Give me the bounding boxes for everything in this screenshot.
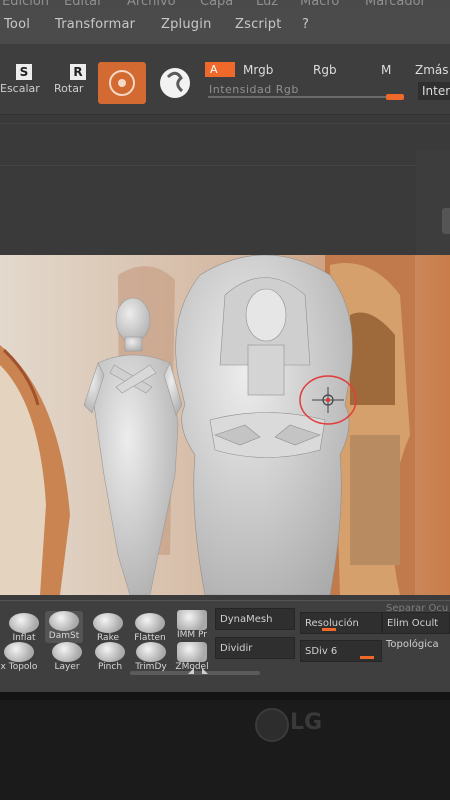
zbrush-screen: Edición Editar Archivo Capa Luz Macro Ma… <box>0 0 450 692</box>
brush-trimdynamic[interactable]: TrimDy <box>132 642 170 672</box>
top-menu-cropped: Edición Editar Archivo Capa Luz Macro Ma… <box>0 0 450 10</box>
brush-flatten-thumbnail <box>135 613 165 633</box>
brush-imm-label: IMM Pr <box>176 630 207 640</box>
brush-imm-primitives[interactable]: IMM Pr <box>173 610 211 640</box>
brush-rake[interactable]: Rake <box>89 613 127 643</box>
delete-hidden-button[interactable]: Elim Ocult <box>382 612 450 634</box>
lg-logo-icon <box>255 708 289 742</box>
resolution-slider[interactable]: Resolución 128 <box>300 612 382 651</box>
menu-item-editar[interactable]: Editar <box>64 0 103 9</box>
move-button[interactable] <box>98 62 146 104</box>
menu-item-marcador[interactable]: Marcador <box>365 0 426 9</box>
divide-button[interactable]: Dividir <box>215 637 295 659</box>
scale-label: Escalar <box>0 82 40 95</box>
brush-topology-thumbnail <box>4 642 34 662</box>
brush-layer[interactable]: Layer <box>48 642 86 672</box>
a-mode-badge[interactable]: A <box>205 62 235 77</box>
brush-rake-thumbnail <box>93 613 123 633</box>
brush-topology[interactable]: x Topolo <box>0 642 38 672</box>
menu-item-macro[interactable]: Macro <box>300 0 339 9</box>
scale-button[interactable]: S Escalar <box>0 60 44 100</box>
zadd-toggle[interactable]: Zmás <box>415 63 449 77</box>
monitor-bezel-edge <box>0 692 450 700</box>
brush-pinch[interactable]: Pinch <box>91 642 129 672</box>
brush-layer-thumbnail <box>52 642 82 662</box>
brush-inflat-thumbnail <box>9 613 39 633</box>
brush-zmodeler-thumbnail <box>177 642 207 662</box>
topological-button[interactable]: Topológica <box>382 634 450 656</box>
m-toggle[interactable]: M <box>381 63 391 77</box>
brush-pinch-thumbnail <box>95 642 125 662</box>
brush-topology-label: x Topolo <box>0 662 38 672</box>
sphere-tool-icon <box>160 68 190 98</box>
menu-item-help[interactable]: ? <box>302 17 309 32</box>
brush-layer-label: Layer <box>54 662 80 672</box>
brush-imm-thumbnail <box>177 610 207 630</box>
menu-item-archivo[interactable]: Archivo <box>127 0 176 9</box>
rgb-intensity-handle[interactable] <box>386 94 404 100</box>
menu-item-luz[interactable]: Luz <box>256 0 278 9</box>
menu-item-zplugin[interactable]: Zplugin <box>161 17 212 32</box>
monitor-bezel <box>0 692 450 800</box>
document-canvas[interactable] <box>0 255 450 595</box>
rotate-button[interactable]: R Rotar <box>52 60 96 100</box>
palette-scroll-arrows-icon[interactable] <box>186 666 210 676</box>
menu-item-capa[interactable]: Capa <box>200 0 233 9</box>
resolution-slider-handle[interactable] <box>322 628 336 631</box>
brush-pinch-label: Pinch <box>97 662 123 672</box>
brush-flatten[interactable]: Flatten <box>131 613 169 643</box>
scale-hotkey-badge: S <box>16 64 32 80</box>
sculpt-viewport <box>0 255 450 595</box>
rotate-hotkey-badge: R <box>70 64 86 80</box>
viewport-background <box>0 115 450 255</box>
brush-inflat[interactable]: Inflat <box>5 613 43 643</box>
tray-handle[interactable] <box>442 208 450 234</box>
menu-item-tool[interactable]: Tool <box>4 17 30 32</box>
rotate-label: Rotar <box>54 82 84 95</box>
sphere-tool-button[interactable] <box>156 65 194 101</box>
intensity-field[interactable]: Inter <box>418 82 450 100</box>
brush-damstandard[interactable]: DamSt <box>45 611 83 643</box>
brush-trimdynamic-thumbnail <box>136 642 166 662</box>
dynamesh-button[interactable]: DynaMesh <box>215 608 295 630</box>
sdiv-slider-handle[interactable] <box>360 656 374 659</box>
main-menu: Tool Transformar Zplugin Zscript ? <box>0 10 450 44</box>
menu-item-edicion[interactable]: Edición <box>2 0 49 9</box>
rgb-intensity-label: Intensidad Rgb <box>209 83 299 96</box>
brush-damstandard-thumbnail <box>49 611 79 631</box>
lg-brand-text: LG <box>290 710 323 735</box>
mrgb-toggle[interactable]: Mrgb <box>243 63 273 77</box>
menu-item-transformar[interactable]: Transformar <box>55 17 135 32</box>
brush-damstandard-label: DamSt <box>48 631 80 641</box>
rgb-intensity-slider[interactable] <box>208 96 398 98</box>
move-icon <box>109 70 135 96</box>
menu-item-zscript[interactable]: Zscript <box>235 17 282 32</box>
rgb-toggle[interactable]: Rgb <box>313 63 337 77</box>
sarcophagus-sculpt <box>175 255 353 595</box>
